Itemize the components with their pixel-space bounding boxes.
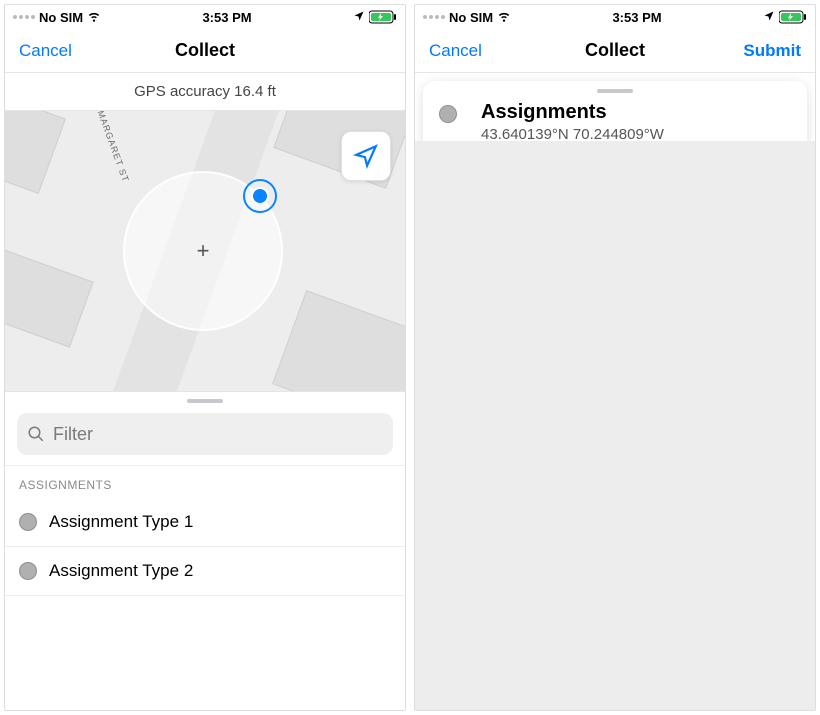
sheet-grabber-icon[interactable] [597, 89, 633, 93]
street-label: MARGARET ST [96, 111, 131, 184]
recenter-button[interactable] [341, 131, 391, 181]
wifi-icon [497, 9, 511, 26]
map-background [415, 141, 815, 710]
page-title: Collect [553, 40, 677, 61]
feature-title: Assignments [481, 101, 664, 124]
status-bar: No SIM 3:53 PM [415, 5, 815, 29]
nav-bar: Cancel Collect Submit [415, 29, 815, 73]
type-dot-icon [439, 105, 457, 123]
cancel-button[interactable]: Cancel [429, 41, 553, 61]
nav-bar: Cancel Collect [5, 29, 405, 73]
type-dot-icon [19, 562, 37, 580]
phone-left: No SIM 3:53 PM Cancel Collect GPS accura… [4, 4, 406, 711]
type-dot-icon [19, 513, 37, 531]
sheet-grabber-icon[interactable] [187, 399, 223, 403]
section-header-assignments: ASSIGNMENTS [5, 465, 405, 498]
phone-right: No SIM 3:53 PM Cancel Collect Submit [414, 4, 816, 711]
current-location-dot-icon [243, 179, 277, 213]
list-item[interactable]: Assignment Type 2 [5, 547, 405, 596]
search-icon [27, 425, 45, 443]
submit-button[interactable]: Submit [677, 41, 801, 61]
signal-dots-icon [423, 15, 445, 19]
list-item-label: Assignment Type 2 [49, 561, 193, 581]
location-services-icon [763, 10, 775, 25]
cancel-button[interactable]: Cancel [19, 41, 143, 61]
signal-dots-icon [13, 15, 35, 19]
map-view[interactable]: MARGARET ST + [5, 111, 405, 391]
list-item[interactable]: Assignment Type 1 [5, 498, 405, 547]
bottom-sheet: Filter ASSIGNMENTS Assignment Type 1 Ass… [5, 391, 405, 710]
crosshair-icon: + [197, 238, 210, 264]
filter-placeholder: Filter [53, 424, 93, 445]
battery-icon [369, 10, 397, 24]
filter-input[interactable]: Filter [17, 413, 393, 455]
list-item-label: Assignment Type 1 [49, 512, 193, 532]
carrier-label: No SIM [449, 10, 493, 25]
location-services-icon [353, 10, 365, 25]
clock-label: 3:53 PM [202, 10, 251, 25]
battery-icon [779, 10, 807, 24]
page-title: Collect [143, 40, 267, 61]
status-bar: No SIM 3:53 PM [5, 5, 405, 29]
clock-label: 3:53 PM [612, 10, 661, 25]
wifi-icon [87, 9, 101, 26]
gps-accuracy-banner: GPS accuracy 16.4 ft [5, 73, 405, 111]
carrier-label: No SIM [39, 10, 83, 25]
